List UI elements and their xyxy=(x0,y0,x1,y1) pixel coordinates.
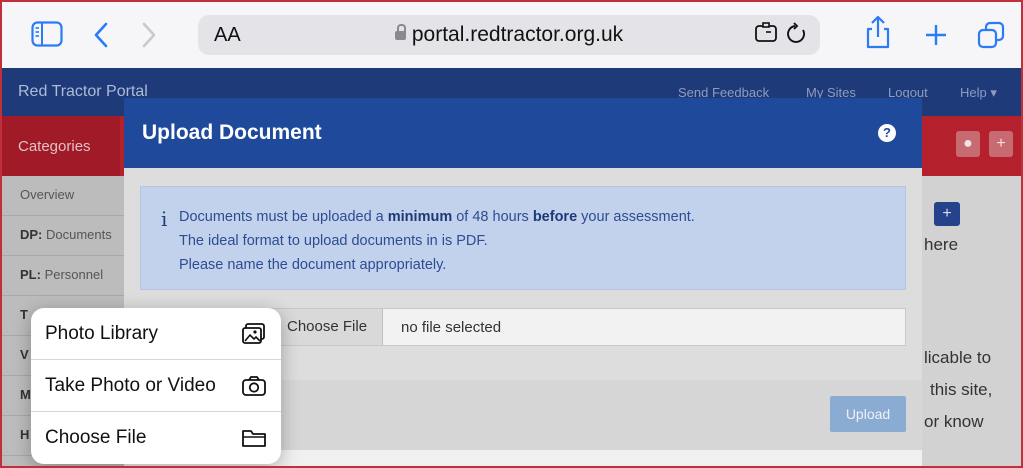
help-icon[interactable]: ? xyxy=(878,124,896,142)
address-bar[interactable]: AA portal.redtractor.org.uk xyxy=(198,15,820,55)
file-input[interactable]: Choose File no file selected xyxy=(262,308,906,346)
sidebar-item-prefix: DP: xyxy=(20,227,43,242)
no-file-text: no file selected xyxy=(401,319,502,336)
sidebar-item-prefix: PL: xyxy=(20,267,41,282)
menu-item-label: Photo Library xyxy=(45,323,159,344)
right-text-line3: or know xyxy=(924,412,984,431)
screen-frame: AA portal.redtractor.org.uk Red Tractor … xyxy=(0,0,1023,468)
menu-item-choose-file[interactable]: Choose File xyxy=(31,412,281,464)
url-text: portal.redtractor.org.uk xyxy=(411,23,624,46)
share-icon[interactable] xyxy=(864,14,892,50)
nav-help[interactable]: Help ▾ xyxy=(960,85,997,101)
sidebar-item-documents[interactable]: DP: Documents xyxy=(2,216,124,256)
info-icon: i xyxy=(161,207,168,231)
right-text-line1: licable to xyxy=(924,348,992,367)
categories-label: Categories xyxy=(18,138,91,155)
info-alert: i Documents must be uploaded a minimum o… xyxy=(140,186,906,290)
right-text-here: here xyxy=(924,235,959,254)
info-line-3: Please name the document appropriately. xyxy=(179,257,447,273)
photo-library-icon xyxy=(241,322,267,346)
info-bold-minimum: minimum xyxy=(387,209,453,225)
sidebar-item-prefix: V xyxy=(20,347,29,362)
upload-button[interactable]: Upload xyxy=(830,396,906,432)
choose-file-button[interactable]: Choose File xyxy=(263,309,383,345)
sidebar-item-prefix: T xyxy=(20,307,28,322)
forward-icon[interactable] xyxy=(138,21,160,49)
browser-toolbar: AA portal.redtractor.org.uk xyxy=(2,2,1021,68)
lock-icon xyxy=(394,24,406,40)
url-display[interactable]: portal.redtractor.org.uk xyxy=(198,23,820,47)
sidebar-item-label: Personnel xyxy=(40,267,104,282)
sidebar-item-prefix: H xyxy=(20,427,30,442)
sidebar-item-label: Overview xyxy=(20,187,75,202)
sidebar-item-prefix: M xyxy=(20,387,31,402)
extensions-icon[interactable] xyxy=(754,22,778,50)
back-icon[interactable] xyxy=(90,21,112,49)
menu-item-take-photo[interactable]: Take Photo or Video xyxy=(31,360,281,412)
tabs-overview-icon[interactable] xyxy=(976,20,1006,50)
new-tab-icon[interactable] xyxy=(922,20,950,50)
right-text-line2: this site, xyxy=(930,380,993,399)
info-line-2: The ideal format to upload documents in … xyxy=(179,233,488,249)
categories-button[interactable]: Categories xyxy=(2,116,120,176)
menu-item-label: Choose File xyxy=(45,427,147,448)
nav-help-label: Help xyxy=(960,85,987,100)
sidebar-item-overview[interactable]: Overview xyxy=(2,176,124,216)
info-bold-before: before xyxy=(532,209,578,225)
menu-item-label: Take Photo or Video xyxy=(45,375,216,396)
sidebar-item-label: Documents xyxy=(42,227,112,242)
camera-icon xyxy=(241,374,267,398)
sidebar-toggle-icon[interactable] xyxy=(30,20,64,48)
info-text: Documents must be uploaded a xyxy=(179,209,388,225)
file-source-menu: Photo Library Take Photo or Video Choose… xyxy=(31,308,281,464)
info-text: your assessment. xyxy=(577,209,695,225)
modal-header: Upload Document ? xyxy=(124,98,922,168)
folder-icon xyxy=(241,426,267,450)
info-text: of 48 hours xyxy=(452,209,533,225)
info-line-1: Documents must be uploaded a minimum of … xyxy=(179,209,695,225)
add-button[interactable]: + xyxy=(989,131,1013,157)
comment-button[interactable]: ● xyxy=(956,131,980,157)
reload-icon[interactable] xyxy=(786,22,808,52)
add-document-button[interactable]: + xyxy=(934,202,960,226)
menu-item-photo-library[interactable]: Photo Library xyxy=(31,308,281,360)
modal-title: Upload Document xyxy=(142,121,322,144)
sidebar-item-personnel[interactable]: PL: Personnel xyxy=(2,256,124,296)
